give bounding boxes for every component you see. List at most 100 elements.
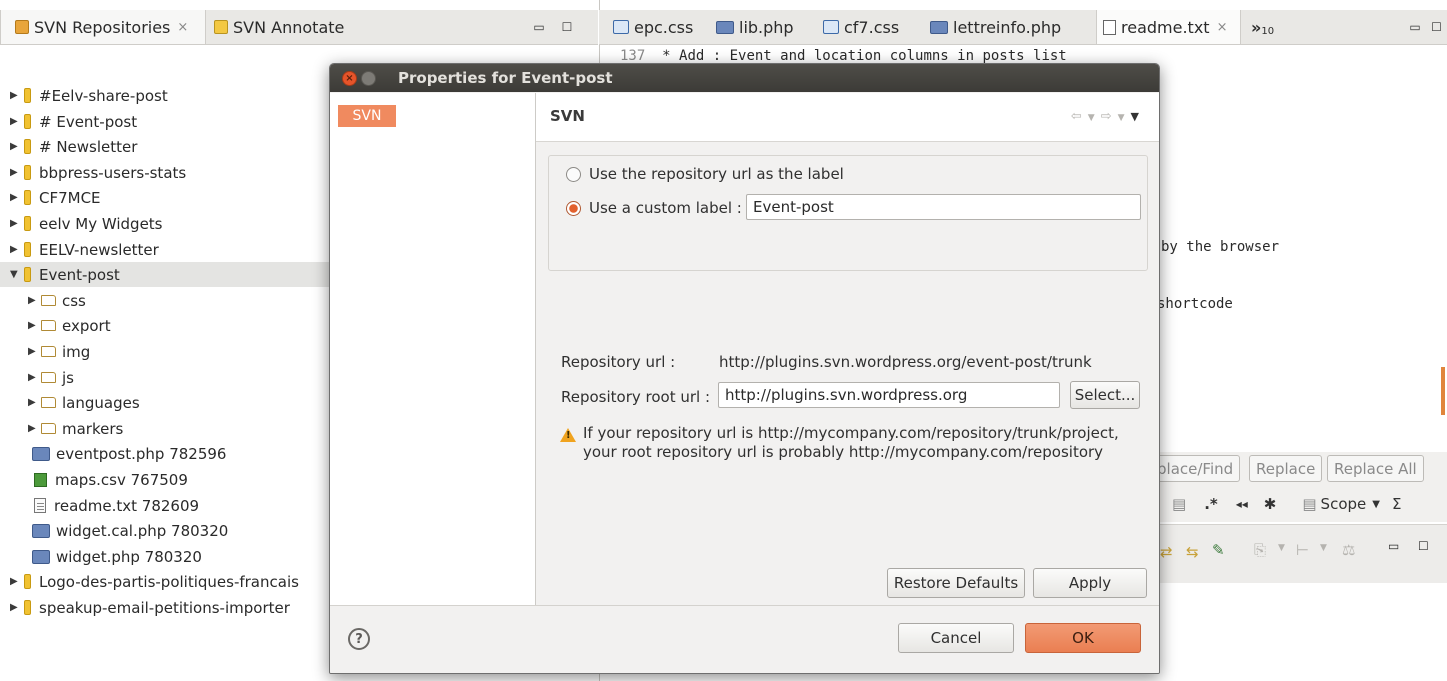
scope-dropdown[interactable]: Scope xyxy=(1321,495,1367,513)
css-file-icon xyxy=(823,20,839,34)
svn-annotate-icon xyxy=(214,20,228,34)
tree-item-label: Event-post xyxy=(39,265,120,284)
help-icon[interactable]: ? xyxy=(348,628,370,650)
collapsed-arrow-icon[interactable]: ▶ xyxy=(10,141,21,152)
tab-readme-txt[interactable]: readme.txt × xyxy=(1096,10,1241,44)
php-file-icon xyxy=(32,549,50,564)
tree-item-label: #Eelv-share-post xyxy=(39,86,168,105)
collapsed-arrow-icon[interactable]: ▶ xyxy=(10,576,21,587)
replace-find-button[interactable]: place/Find xyxy=(1150,455,1241,482)
back-history-chevron-icon[interactable]: ▼ xyxy=(1088,113,1101,123)
project-folder-icon xyxy=(24,216,31,231)
tree-item-label: eventpost.php 782596 xyxy=(56,444,227,463)
dialog-title: Properties for Event-post xyxy=(398,69,613,87)
expanded-arrow-icon[interactable]: ▼ xyxy=(10,269,21,280)
code-fragment: shortcode xyxy=(1157,296,1233,312)
collapsed-arrow-icon[interactable]: ▶ xyxy=(10,602,21,613)
cancel-button[interactable]: Cancel xyxy=(898,623,1014,653)
custom-label-radio[interactable] xyxy=(566,201,581,216)
tab-svn-repositories[interactable]: SVN Repositories × xyxy=(0,10,206,44)
more-tabs-chevron: » xyxy=(1251,17,1262,37)
collapsed-arrow-icon[interactable]: ▶ xyxy=(10,90,21,101)
maximize-view-icon[interactable]: ☐ xyxy=(1418,539,1429,553)
tree-item-label: CF7MCE xyxy=(39,188,101,207)
replace-all-button[interactable]: Replace All xyxy=(1327,455,1424,482)
page-navigation: ⇦▼⇨▼▼ xyxy=(1071,109,1145,124)
collapsed-arrow-icon[interactable]: ▶ xyxy=(10,218,21,229)
project-folder-icon xyxy=(24,139,31,154)
maximize-editor-button[interactable]: ☐ xyxy=(1426,10,1447,44)
update-icon[interactable]: ⇆ xyxy=(1186,543,1199,561)
tab-lettreinfo-php[interactable]: lettreinfo.php xyxy=(930,10,1061,44)
sync-icon[interactable]: ⇄ xyxy=(1160,543,1173,561)
tree-item-label: widget.php 780320 xyxy=(56,547,202,566)
collapsed-arrow-icon[interactable]: ▶ xyxy=(28,423,39,434)
tree-item-label: Logo-des-partis-politiques-francais xyxy=(39,572,299,591)
project-folder-icon xyxy=(24,165,31,180)
more-tabs-button[interactable]: » 10 xyxy=(1251,10,1274,44)
property-page-svn[interactable]: SVN xyxy=(338,105,396,127)
bottom-view-toolbar: ⇄ ⇆ ✎ ⎘ ▼ ⊢ ▼ ⚖ ▭ ☐ xyxy=(1150,524,1447,583)
code-line: 137 * Add : Event and location columns i… xyxy=(620,48,1067,64)
tab-svn-annotate[interactable]: SVN Annotate xyxy=(214,10,374,44)
custom-label-input[interactable]: Event-post xyxy=(746,194,1141,220)
collapsed-arrow-icon[interactable]: ▶ xyxy=(10,167,21,178)
collapsed-arrow-icon[interactable]: ▶ xyxy=(28,295,39,306)
forward-arrow-icon[interactable]: ⇨ xyxy=(1101,109,1118,124)
apply-button[interactable]: Apply xyxy=(1033,568,1147,598)
repository-root-url-input[interactable]: http://plugins.svn.wordpress.org xyxy=(718,382,1060,408)
minimize-view-icon[interactable]: ▭ xyxy=(1388,539,1399,553)
svn-repository-icon xyxy=(15,20,29,34)
repository-root-url-label: Repository root url : xyxy=(561,388,711,406)
dialog-footer: ? Cancel OK xyxy=(330,605,1159,673)
line-number: 137 xyxy=(620,48,646,64)
maximize-view-button[interactable]: ☐ xyxy=(550,10,584,44)
back-arrow-icon[interactable]: ⇦ xyxy=(1071,109,1088,124)
tab-lib-php[interactable]: lib.php xyxy=(716,10,794,44)
search-backward-icon[interactable]: ◂◂ xyxy=(1236,497,1248,511)
regex-icon[interactable]: .* xyxy=(1204,495,1218,513)
csv-file-icon xyxy=(34,472,47,487)
folder-icon xyxy=(41,295,56,306)
commit-icon[interactable]: ✎ xyxy=(1212,541,1225,559)
collapsed-arrow-icon[interactable]: ▶ xyxy=(28,372,39,383)
tab-label: cf7.css xyxy=(844,17,900,37)
chevron-down-icon[interactable]: ▼ xyxy=(1278,543,1285,553)
tab-cf7-css[interactable]: cf7.css xyxy=(823,10,899,44)
view-menu-chevron-icon[interactable]: ▼ xyxy=(1131,110,1145,123)
project-folder-icon xyxy=(24,574,31,589)
tree-item-label: css xyxy=(62,291,86,310)
collapsed-arrow-icon[interactable]: ▶ xyxy=(28,320,39,331)
collapsed-arrow-icon[interactable]: ▶ xyxy=(28,397,39,408)
css-file-icon xyxy=(613,20,629,34)
sum-icon[interactable]: Σ xyxy=(1392,495,1401,513)
history-icon[interactable]: ⎘ xyxy=(1254,541,1266,559)
property-page-content: SVN ⇦▼⇨▼▼ Use the repository url as the … xyxy=(536,93,1159,605)
chevron-down-icon[interactable]: ▼ xyxy=(1320,543,1327,553)
close-window-icon[interactable]: × xyxy=(342,70,357,86)
collapsed-arrow-icon[interactable]: ▶ xyxy=(10,192,21,203)
replace-button[interactable]: Replace xyxy=(1249,455,1323,482)
tab-epc-css[interactable]: epc.css xyxy=(613,10,693,44)
compare-icon[interactable]: ⚖ xyxy=(1342,541,1355,559)
folder-icon xyxy=(41,372,56,383)
whole-word-icon[interactable]: ▤ xyxy=(1172,495,1186,513)
close-tab-icon[interactable]: × xyxy=(177,20,188,35)
tree-item-label: languages xyxy=(62,393,140,412)
branch-icon[interactable]: ⊢ xyxy=(1296,541,1309,559)
tab-label: lib.php xyxy=(739,17,794,37)
tab-label: lettreinfo.php xyxy=(953,17,1062,37)
close-tab-icon[interactable]: × xyxy=(1217,20,1228,35)
restore-defaults-button[interactable]: Restore Defaults xyxy=(887,568,1025,598)
scope-chevron-down-icon[interactable]: ▼ xyxy=(1372,499,1380,510)
repository-url-value: http://plugins.svn.wordpress.org/event-p… xyxy=(719,353,1092,371)
ok-button[interactable]: OK xyxy=(1025,623,1141,653)
repository-url-label-radio[interactable] xyxy=(566,167,581,182)
collapsed-arrow-icon[interactable]: ▶ xyxy=(10,116,21,127)
collapsed-arrow-icon[interactable]: ▶ xyxy=(10,244,21,255)
forward-history-chevron-icon[interactable]: ▼ xyxy=(1118,113,1131,123)
select-root-url-button[interactable]: Select... xyxy=(1070,381,1140,409)
settings-gear-icon[interactable]: ✱ xyxy=(1264,495,1277,513)
minimize-window-icon[interactable] xyxy=(361,70,376,86)
collapsed-arrow-icon[interactable]: ▶ xyxy=(28,346,39,357)
